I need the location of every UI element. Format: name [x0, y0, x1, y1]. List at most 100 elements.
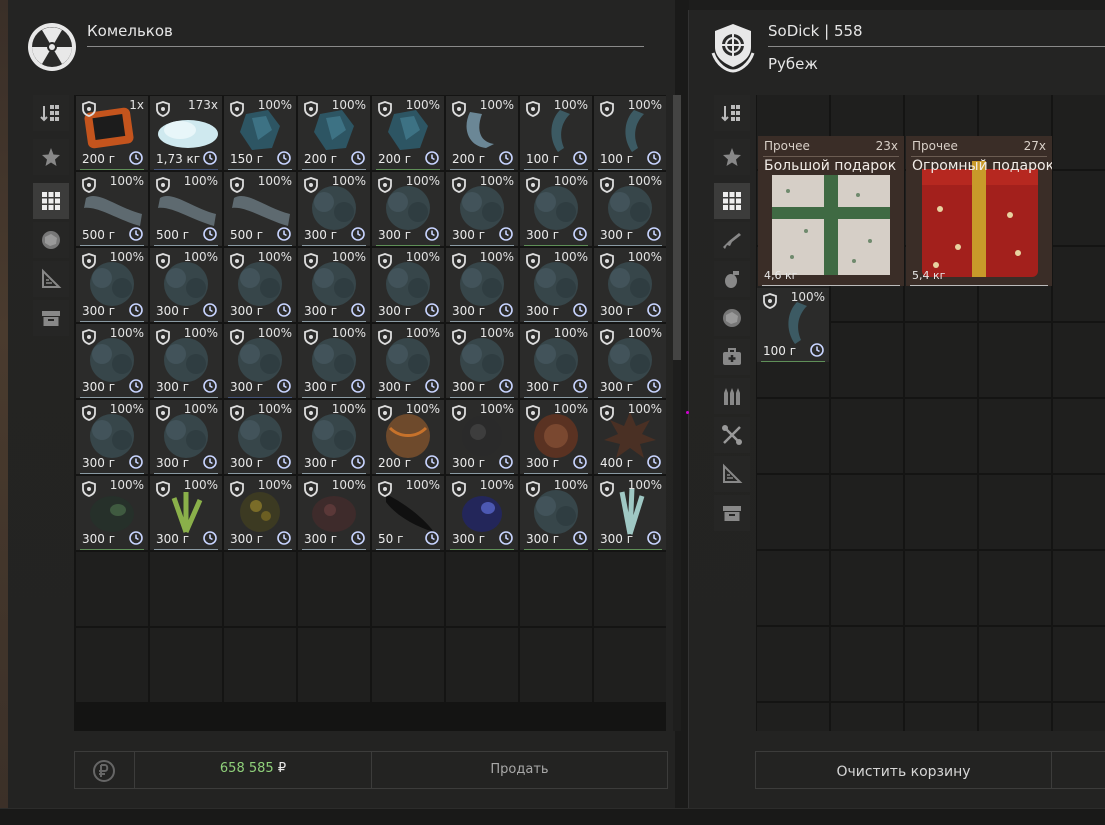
left-tab-grid[interactable] — [33, 183, 69, 219]
empty-slot[interactable] — [831, 399, 903, 473]
inventory-item[interactable]: 100% 500 г — [76, 172, 148, 246]
inventory-item[interactable]: 100% 300 г — [594, 476, 666, 550]
scrollbar-thumb[interactable] — [673, 95, 681, 360]
empty-slot[interactable] — [298, 552, 370, 626]
empty-slot[interactable] — [1053, 551, 1105, 625]
right-tab-rifle[interactable] — [714, 222, 750, 258]
inventory-item[interactable]: 1x 200 г — [76, 96, 148, 170]
inventory-item[interactable]: 100% 200 г — [446, 96, 518, 170]
inventory-item[interactable]: 100% 300 г — [520, 476, 592, 550]
empty-slot[interactable] — [446, 552, 518, 626]
basket-item-gift[interactable]: Прочее 23x Большой подарок 4,6 кг — [758, 136, 904, 286]
inventory-item[interactable]: 100% 300 г — [372, 172, 444, 246]
right-tab-ore[interactable] — [714, 300, 750, 336]
empty-slot[interactable] — [1053, 247, 1105, 321]
inventory-item[interactable]: 100% 150 г — [224, 96, 296, 170]
empty-slot[interactable] — [372, 628, 444, 702]
inventory-item[interactable]: 100% 300 г — [150, 324, 222, 398]
empty-slot[interactable] — [905, 627, 977, 701]
empty-slot[interactable] — [1053, 95, 1105, 169]
right-tab-grenade[interactable] — [714, 261, 750, 297]
inventory-item[interactable]: 100% 300 г — [446, 476, 518, 550]
empty-slot[interactable] — [150, 628, 222, 702]
basket-item-gift[interactable]: Прочее 27x Огромный подарок 5,4 кг — [906, 136, 1052, 286]
inventory-item[interactable]: 100% 300 г — [224, 476, 296, 550]
inventory-item[interactable]: 100% 300 г — [520, 248, 592, 322]
inventory-item[interactable]: 100% 300 г — [594, 324, 666, 398]
left-tab-star[interactable] — [33, 139, 69, 175]
inventory-item[interactable]: 100% 300 г — [76, 324, 148, 398]
right-tab-star[interactable] — [714, 139, 750, 175]
empty-slot[interactable] — [1053, 627, 1105, 701]
inventory-item[interactable]: 100% 400 г — [594, 400, 666, 474]
inventory-item[interactable]: 173x 1,73 кг — [150, 96, 222, 170]
inventory-item[interactable]: 100% 300 г — [446, 324, 518, 398]
inventory-item[interactable]: 100% 300 г — [224, 324, 296, 398]
left-tab-ore[interactable] — [33, 222, 69, 258]
empty-slot[interactable] — [831, 475, 903, 549]
empty-slot[interactable] — [905, 323, 977, 397]
inventory-item[interactable]: 100% 100 г — [757, 288, 829, 362]
empty-slot[interactable] — [224, 628, 296, 702]
inventory-item[interactable]: 100% 300 г — [298, 172, 370, 246]
empty-slot[interactable] — [1053, 171, 1105, 245]
inventory-item[interactable]: 100% 300 г — [76, 248, 148, 322]
empty-slot[interactable] — [979, 475, 1051, 549]
empty-slot[interactable] — [831, 627, 903, 701]
inventory-item[interactable]: 100% 300 г — [224, 400, 296, 474]
left-tab-sort[interactable] — [33, 95, 69, 131]
empty-slot[interactable] — [905, 399, 977, 473]
empty-slot[interactable] — [757, 627, 829, 701]
inventory-item[interactable]: 100% 300 г — [446, 172, 518, 246]
empty-slot[interactable] — [298, 628, 370, 702]
left-tab-box[interactable] — [33, 300, 69, 336]
right-tab-tools[interactable] — [714, 417, 750, 453]
empty-slot[interactable] — [979, 399, 1051, 473]
empty-slot[interactable] — [979, 627, 1051, 701]
inventory-item[interactable]: 100% 300 г — [372, 324, 444, 398]
empty-slot[interactable] — [905, 475, 977, 549]
empty-slot[interactable] — [757, 551, 829, 625]
empty-slot[interactable] — [979, 323, 1051, 397]
right-tab-grid[interactable] — [714, 183, 750, 219]
right-tab-box[interactable] — [714, 495, 750, 531]
empty-slot[interactable] — [520, 552, 592, 626]
inventory-item[interactable]: 100% 300 г — [76, 400, 148, 474]
empty-slot[interactable] — [757, 475, 829, 549]
empty-slot[interactable] — [76, 552, 148, 626]
sell-button[interactable]: Продать — [371, 751, 668, 789]
empty-slot[interactable] — [831, 703, 903, 731]
inventory-item[interactable]: 100% 500 г — [224, 172, 296, 246]
empty-slot[interactable] — [520, 628, 592, 702]
empty-slot[interactable] — [150, 552, 222, 626]
empty-slot[interactable] — [594, 552, 666, 626]
inventory-item[interactable]: 100% 300 г — [520, 172, 592, 246]
right-tab-ammo[interactable] — [714, 378, 750, 414]
empty-slot[interactable] — [757, 703, 829, 731]
inventory-item[interactable]: 100% 300 г — [594, 172, 666, 246]
left-tab-ruler-triangle[interactable] — [33, 261, 69, 297]
inventory-item[interactable]: 100% 300 г — [76, 476, 148, 550]
inventory-item[interactable]: 100% 300 г — [150, 400, 222, 474]
empty-slot[interactable] — [76, 628, 148, 702]
inventory-item[interactable]: 100% 300 г — [372, 248, 444, 322]
inventory-item[interactable]: 100% 200 г — [372, 96, 444, 170]
inventory-item[interactable]: 100% 300 г — [520, 324, 592, 398]
empty-slot[interactable] — [831, 551, 903, 625]
right-tab-ruler-triangle[interactable] — [714, 456, 750, 492]
inventory-item[interactable]: 100% 300 г — [446, 400, 518, 474]
inventory-item[interactable]: 100% 300 г — [446, 248, 518, 322]
empty-slot[interactable] — [979, 703, 1051, 731]
empty-slot[interactable] — [1053, 323, 1105, 397]
empty-slot[interactable] — [979, 551, 1051, 625]
empty-slot[interactable] — [224, 552, 296, 626]
right-tab-sort[interactable] — [714, 95, 750, 131]
inventory-item[interactable]: 100% 50 г — [372, 476, 444, 550]
empty-slot[interactable] — [594, 628, 666, 702]
inventory-item[interactable]: 100% 100 г — [520, 96, 592, 170]
empty-slot[interactable] — [372, 552, 444, 626]
empty-slot[interactable] — [1053, 475, 1105, 549]
inventory-item[interactable]: 100% 300 г — [298, 476, 370, 550]
inventory-item[interactable]: 100% 300 г — [298, 248, 370, 322]
inventory-item[interactable]: 100% 300 г — [150, 476, 222, 550]
